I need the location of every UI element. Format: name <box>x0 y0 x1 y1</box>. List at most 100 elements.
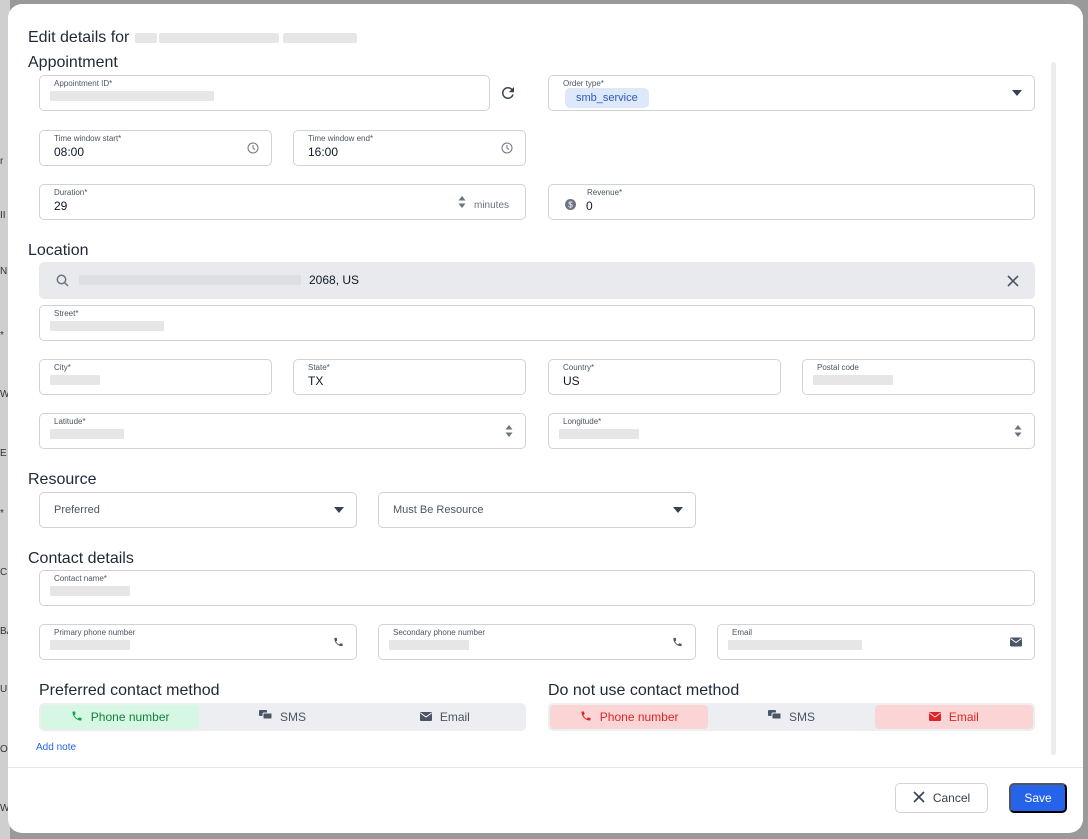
cancel-button[interactable]: Cancel <box>895 783 988 813</box>
envelope-icon <box>928 710 941 724</box>
email-field[interactable]: Email <box>717 624 1035 660</box>
cancel-button-label: Cancel <box>932 791 971 805</box>
dollar-icon: $ <box>565 197 576 215</box>
do-not-use-email-option[interactable]: Email <box>874 705 1033 729</box>
regenerate-icon[interactable] <box>499 84 517 107</box>
option-label: Email <box>948 710 979 724</box>
preferred-phone-option[interactable]: Phone number <box>41 705 200 729</box>
revenue-field[interactable]: Revenue* $ 0 <box>548 184 1035 220</box>
svg-text:$: $ <box>568 200 573 209</box>
country-value: US <box>563 374 580 388</box>
bg-letter: C <box>0 567 8 578</box>
time-window-end-value: 16:00 <box>308 145 339 159</box>
scrollbar[interactable] <box>1051 62 1056 755</box>
time-window-end-label: Time window end* <box>308 134 374 143</box>
bg-letter: * <box>0 330 4 341</box>
street-label: Street* <box>54 309 79 318</box>
dialog-title: Edit details for <box>28 29 358 47</box>
preferred-contact-toggle: Phone number SMS Email <box>39 703 526 731</box>
redacted-value <box>50 321 164 331</box>
order-type-chip[interactable]: smb_service <box>565 88 649 108</box>
save-button[interactable]: Save <box>1009 783 1067 813</box>
revenue-value: 0 <box>586 199 593 213</box>
duration-label: Duration* <box>54 188 88 197</box>
appointment-section-title: Appointment <box>28 54 118 71</box>
do-not-use-sms-option[interactable]: SMS <box>712 705 870 729</box>
option-label: Email <box>439 710 470 724</box>
location-section-title: Location <box>28 242 89 259</box>
appointment-id-label: Appointment ID* <box>54 79 113 88</box>
footer-divider <box>8 767 1083 768</box>
duration-field[interactable]: Duration* 29 minutes <box>39 184 526 220</box>
latitude-label: Latitude* <box>54 417 86 426</box>
address-search-value: 2068, US <box>309 273 360 287</box>
redacted-name <box>159 33 280 43</box>
redacted-name <box>283 33 358 43</box>
state-field[interactable]: State* TX <box>293 359 526 395</box>
preferred-sms-option[interactable]: SMS <box>203 705 361 729</box>
order-type-label: Order type* <box>563 79 604 88</box>
must-be-resource-select[interactable]: Must Be Resource <box>378 492 696 528</box>
appointment-id-field[interactable]: Appointment ID* <box>39 75 490 111</box>
redacted-value <box>50 375 100 385</box>
postal-code-field[interactable]: Postal code <box>802 359 1035 395</box>
clock-icon[interactable] <box>501 142 513 154</box>
must-be-resource-placeholder: Must Be Resource <box>393 504 484 516</box>
address-search-input[interactable]: 2068, US <box>39 262 1035 299</box>
add-note-link[interactable]: Add note <box>36 742 76 753</box>
redacted-value <box>50 429 124 439</box>
phone-icon <box>333 637 344 648</box>
redacted-value <box>389 640 469 650</box>
secondary-phone-field[interactable]: Secondary phone number <box>378 624 696 660</box>
clear-icon[interactable] <box>1007 274 1019 292</box>
redacted-value <box>813 375 893 385</box>
preferred-resource-select[interactable]: Preferred <box>39 492 357 528</box>
phone-icon <box>71 710 83 725</box>
chat-icon <box>767 710 782 724</box>
city-label: City* <box>54 363 71 372</box>
clock-icon[interactable] <box>247 142 259 154</box>
postal-code-label: Postal code <box>817 363 859 372</box>
chevron-down-icon <box>673 507 683 513</box>
redacted-value <box>50 640 130 650</box>
country-field[interactable]: Country* US <box>548 359 781 395</box>
do-not-use-contact-title: Do not use contact method <box>548 682 740 699</box>
redacted-value <box>50 586 130 596</box>
stepper-icon[interactable] <box>1014 424 1022 438</box>
contact-name-field[interactable]: Contact name* <box>39 570 1035 606</box>
option-label: Phone number <box>599 710 679 724</box>
do-not-use-phone-option[interactable]: Phone number <box>550 705 709 729</box>
order-type-select[interactable]: Order type* smb_service <box>548 75 1035 111</box>
time-window-start-label: Time window start* <box>54 134 122 143</box>
longitude-field[interactable]: Longitude* <box>548 413 1035 449</box>
redacted-value <box>728 640 862 650</box>
longitude-label: Longitude* <box>563 417 602 426</box>
latitude-field[interactable]: Latitude* <box>39 413 526 449</box>
revenue-label: Revenue* <box>587 188 623 197</box>
stepper-icon[interactable] <box>458 195 466 214</box>
bg-letter: * <box>0 508 4 519</box>
street-field[interactable]: Street* <box>39 305 1035 341</box>
bg-letter: r <box>0 156 4 167</box>
primary-phone-label: Primary phone number <box>54 628 136 637</box>
email-label: Email <box>732 628 753 637</box>
close-icon <box>913 790 925 806</box>
duration-value: 29 <box>54 199 68 213</box>
option-label: SMS <box>788 710 815 724</box>
bg-letter: II <box>0 210 6 221</box>
stepper-icon[interactable] <box>505 424 513 438</box>
duration-unit: minutes <box>474 200 510 211</box>
contact-section-title: Contact details <box>28 550 134 567</box>
envelope-icon <box>1010 637 1022 647</box>
time-window-start-value: 08:00 <box>54 145 85 159</box>
primary-phone-field[interactable]: Primary phone number <box>39 624 357 660</box>
preferred-email-option[interactable]: Email <box>366 705 524 729</box>
resource-section-title: Resource <box>28 471 97 488</box>
preferred-resource-placeholder: Preferred <box>54 504 100 516</box>
preferred-contact-title: Preferred contact method <box>39 682 220 699</box>
time-window-end-field[interactable]: Time window end* 16:00 <box>293 130 526 166</box>
time-window-start-field[interactable]: Time window start* 08:00 <box>39 130 272 166</box>
state-label: State* <box>308 363 330 372</box>
contact-name-label: Contact name* <box>54 574 107 583</box>
city-field[interactable]: City* <box>39 359 272 395</box>
